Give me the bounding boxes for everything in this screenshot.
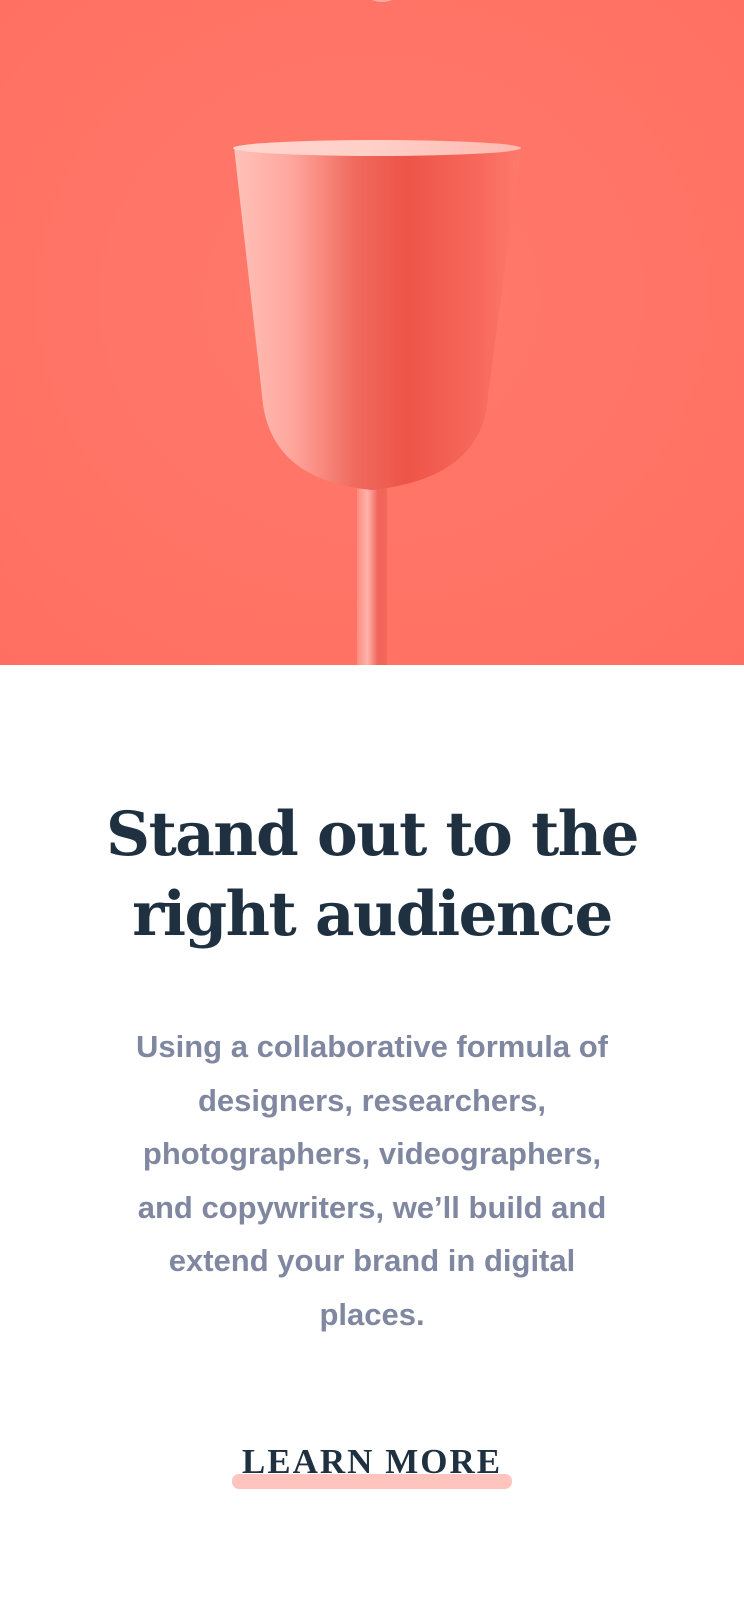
glass-stem [357, 480, 387, 665]
section-description: Using a collaborative formula of designe… [136, 1029, 608, 1332]
hero-image [0, 0, 744, 665]
glass-rim [233, 140, 521, 156]
cta-container: LEARN MORE [0, 1440, 744, 1500]
learn-more-link[interactable]: LEARN MORE [231, 1440, 513, 1500]
wine-glass-illustration [0, 0, 744, 665]
learn-more-label: LEARN MORE [241, 1442, 503, 1481]
feature-section: Stand out to the right audience Using a … [0, 665, 744, 1600]
section-headline: Stand out to the right audience [106, 799, 639, 950]
